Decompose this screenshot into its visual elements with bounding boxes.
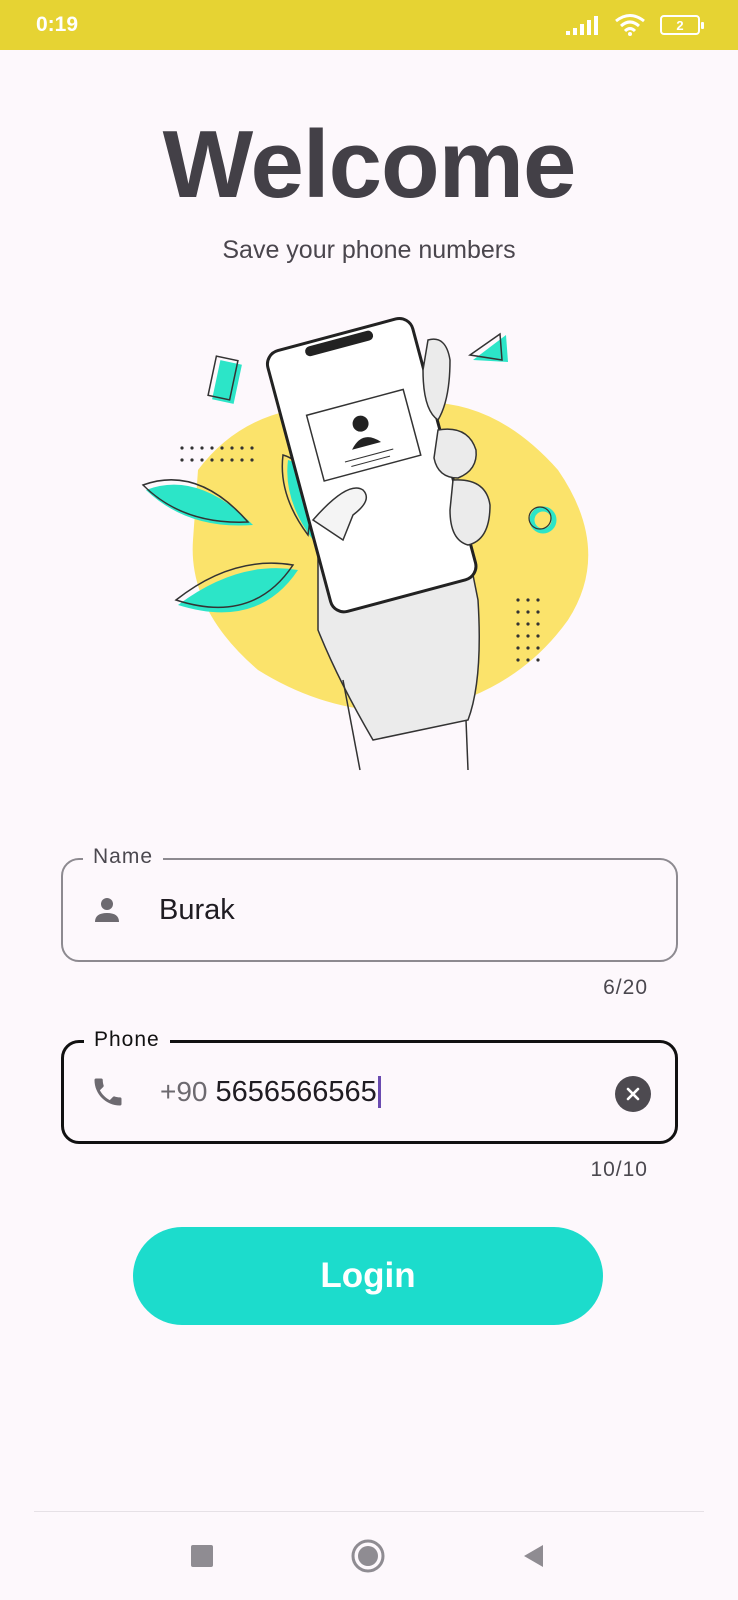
person-icon	[87, 890, 127, 930]
hand-holding-phone-illustration	[141, 317, 589, 771]
name-input[interactable]: Burak	[159, 894, 235, 927]
status-time: 0:19	[36, 13, 79, 36]
login-button[interactable]: Login	[133, 1227, 603, 1325]
name-field-label: Name	[83, 845, 164, 869]
phone-prefix: +90	[160, 1076, 208, 1107]
phone-field[interactable]: Phone +90 5656566565	[61, 1028, 678, 1144]
phone-char-counter: 10/10	[590, 1158, 648, 1181]
status-bar: 0:19 2	[0, 0, 738, 50]
clear-icon[interactable]	[615, 1076, 651, 1112]
page-title: Welcome	[162, 111, 577, 218]
recents-square-icon[interactable]	[176, 1530, 228, 1582]
home-circle-icon[interactable]	[342, 1530, 394, 1582]
status-icons: 2	[566, 13, 704, 37]
signal-icon	[566, 16, 598, 35]
phone-input[interactable]: 5656566565	[216, 1076, 377, 1109]
wifi-icon	[615, 14, 645, 36]
battery-level: 2	[676, 17, 684, 33]
text-cursor	[377, 1076, 381, 1108]
system-nav-bar	[0, 1512, 738, 1600]
phone-field-label: Phone	[84, 1028, 170, 1052]
page-subtitle: Save your phone numbers	[222, 236, 516, 264]
battery-icon: 2	[660, 15, 704, 35]
name-field[interactable]: Name Burak	[61, 845, 678, 962]
name-char-counter: 6/20	[603, 976, 648, 999]
back-triangle-icon[interactable]	[508, 1530, 560, 1582]
phone-icon	[88, 1072, 128, 1112]
